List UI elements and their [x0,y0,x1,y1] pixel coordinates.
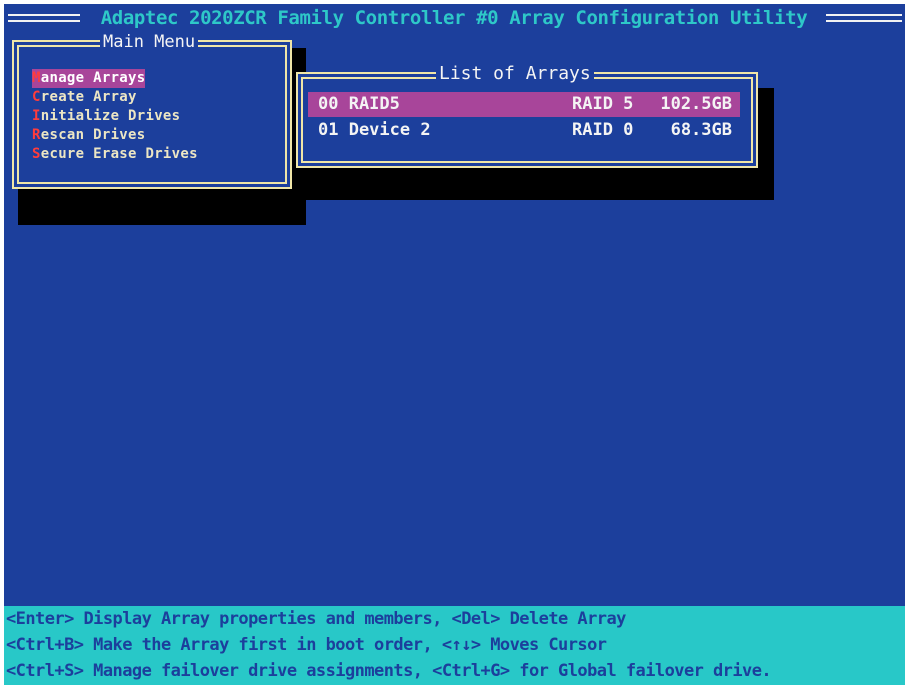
menu-item-secure-erase-drives[interactable]: Secure Erase Drives [32,145,198,164]
title-bar: Adaptec 2020ZCR Family Controller #0 Arr… [4,4,905,34]
help-line-ctrl-b: <Ctrl+B> Make the Array first in boot or… [6,635,607,655]
title-rule-left [8,14,80,22]
array-size: 102.5GB [660,94,732,114]
array-name: 01 Device 2 [318,120,431,140]
help-line-enter: <Enter> Display Array properties and mem… [6,609,626,629]
window-title: Adaptec 2020ZCR Family Controller #0 Arr… [100,7,808,29]
array-raid-level: RAID 5 [572,94,634,114]
menu-item-manage-arrays[interactable]: Manage Arrays [32,69,146,88]
menu-hotkey: M [32,70,41,86]
array-name: 00 RAID5 [318,94,400,114]
menu-item-label: nitialize Drives [40,108,181,124]
menu-item-label: reate Array [40,89,137,105]
array-raid-level: RAID 0 [572,120,634,140]
menu-item-label: anage Arrays [40,70,146,86]
menu-hotkey: I [32,108,41,124]
menu-hotkey: C [32,89,41,105]
arrays-title: List of Arrays [436,65,594,83]
array-size: 68.3GB [670,120,732,140]
menu-item-label: ecure Erase Drives [40,146,198,162]
menu-item-initialize-drives[interactable]: Initialize Drives [32,107,198,126]
arrays-shadow-bottom [304,168,774,200]
menu-hotkey: R [32,127,41,143]
main-menu-shadow [18,189,306,225]
array-row-0[interactable]: 00 RAID5 RAID 5 102.5GB [308,92,740,117]
main-menu-title: Main Menu [100,33,199,51]
menu-item-label: escan Drives [40,127,146,143]
list-of-arrays-panel: List of Arrays 00 RAID5 RAID 5 102.5GB 0… [296,65,758,168]
menu-item-create-array[interactable]: Create Array [32,88,198,107]
menu-item-rescan-drives[interactable]: Rescan Drives [32,126,198,145]
array-row-1[interactable]: 01 Device 2 RAID 0 68.3GB [308,118,740,143]
help-line-ctrl-s: <Ctrl+S> Manage failover drive assignmen… [6,661,772,681]
main-menu-panel: Main Menu Manage Arrays Create Array Ini… [12,33,292,189]
bios-utility-screen: Adaptec 2020ZCR Family Controller #0 Arr… [4,4,905,685]
help-footer: <Enter> Display Array properties and mem… [4,606,905,685]
menu-hotkey: S [32,146,41,162]
main-menu-list: Manage Arrays Create Array Initialize Dr… [32,67,198,164]
title-rule-right [826,14,902,22]
